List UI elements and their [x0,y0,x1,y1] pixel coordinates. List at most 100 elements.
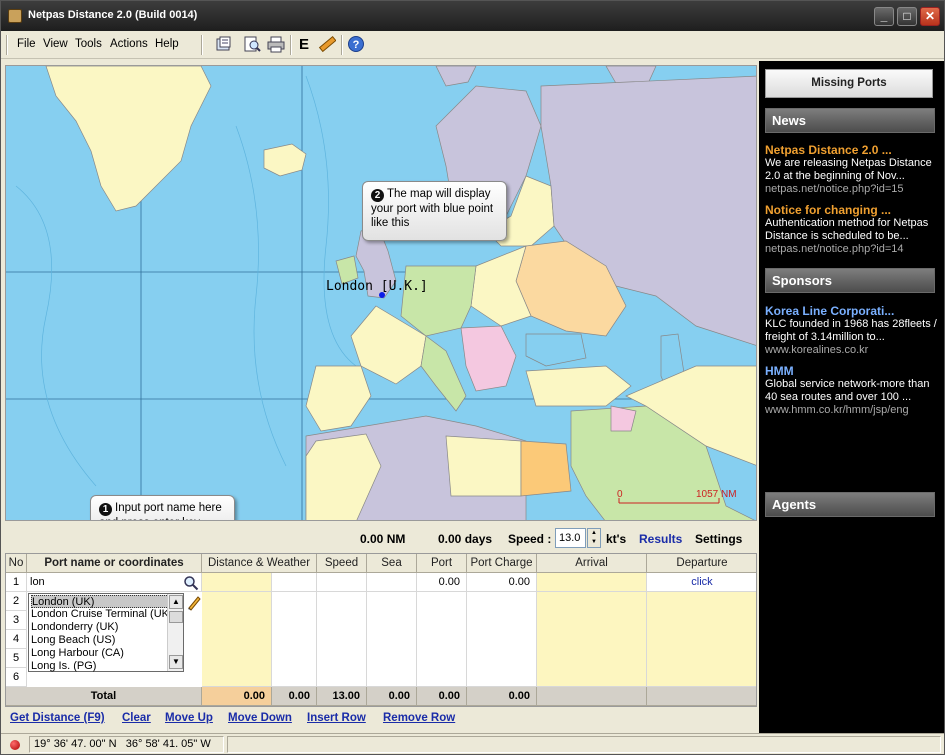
toolbar-separator [201,35,203,55]
route-grid: No Port name or coordinates Distance & W… [5,553,757,707]
sponsor-item-link[interactable]: www.korealines.co.kr [765,344,868,356]
sponsor-item-body: Global service network-more than 40 sea … [765,378,930,403]
total-weather-cell: 0.00 [272,687,317,706]
missing-ports-button[interactable]: Missing Ports [765,69,933,98]
scale-end-label: 1057 NM [696,489,737,500]
speed-cell[interactable] [317,573,367,592]
port-days-column-cells[interactable] [417,592,467,687]
speed-input[interactable]: 13.0 [555,528,586,548]
port-label: London [U.K.] [326,279,428,294]
results-link[interactable]: Results [639,532,682,546]
news-header: News [765,108,935,133]
suggestion-item[interactable]: Long Beach (US) [31,634,115,647]
weather-column-cells[interactable] [272,592,317,687]
news-item-link[interactable]: netpas.net/notice.php?id=14 [765,243,904,255]
port-days-cell[interactable]: 0.00 [417,573,467,592]
right-panel: Missing Ports News Netpas Distance 2.0 .… [759,61,944,733]
port-suggestion-list[interactable]: London (UK) London Cruise Terminal (UK) … [28,593,184,672]
col-header-sea[interactable]: Sea [367,554,417,573]
news-item-body: Authentication method for Netpas Distanc… [765,217,929,242]
arrival-column-cells[interactable] [537,592,647,687]
coordinates-readout: 19° 36' 47. 00" N 36° 58' 41. 05" W [29,736,224,753]
remove-row-link[interactable]: Remove Row [383,712,455,724]
open-icon[interactable] [213,35,235,55]
menu-tools[interactable]: Tools [75,38,102,50]
suggestion-item[interactable]: London (UK) [31,595,169,608]
map-view[interactable]: 0 1057 NM London [U.K.] 2 The map will di… [5,65,757,521]
speed-label: Speed : [508,532,552,546]
toolbar-separator [290,35,292,55]
help-icon[interactable]: ? [345,35,367,55]
settings-link[interactable]: Settings [695,532,742,546]
clear-link[interactable]: Clear [122,712,151,724]
news-item-title[interactable]: Netpas Distance 2.0 ... [765,143,892,157]
sponsor-item-title[interactable]: HMM [765,364,794,378]
news-item-link[interactable]: netpas.net/notice.php?id=15 [765,183,904,195]
app-icon[interactable] [8,9,22,23]
minimize-button[interactable]: _ [874,7,894,26]
sponsor-item-title[interactable]: Korea Line Corporati... [765,304,894,318]
row-number: 6 [6,668,27,687]
print-preview-icon[interactable] [241,35,263,55]
print-icon[interactable] [265,35,287,55]
distance-column-cells[interactable] [202,592,272,687]
map-tooltip-callout: 2 The map will display your port with blu… [362,181,507,241]
row-number: 3 [6,611,27,630]
close-button[interactable]: ✕ [920,7,940,26]
get-distance-link[interactable]: Get Distance (F9) [10,712,105,724]
app-window: Netpas Distance 2.0 (Build 0014) _ □ ✕ F… [0,0,945,755]
port-charge-cell[interactable]: 0.00 [467,573,537,592]
news-item-title[interactable]: Notice for changing ... [765,203,891,217]
row-number: 5 [6,649,27,668]
arrival-cell[interactable] [537,573,647,592]
sea-cell[interactable] [367,573,417,592]
suggestion-item[interactable]: Long Harbour (CA) [31,647,124,660]
menu-view[interactable]: View [43,38,68,50]
departure-column-cells[interactable] [647,592,756,687]
port-name-input[interactable]: lon [27,573,202,592]
callout-text: The map will display your port with blue… [371,188,494,229]
scroll-up-icon[interactable]: ▲ [169,595,183,609]
status-bar: 19° 36' 47. 00" N 36° 58' 41. 05" W [1,733,944,754]
scroll-thumb[interactable] [169,611,183,623]
speed-column-cells[interactable] [317,592,367,687]
search-icon[interactable] [183,575,199,591]
pencil-icon[interactable] [186,595,202,611]
departure-click[interactable]: click [647,573,756,592]
suggestion-scrollbar[interactable]: ▲ ▼ [167,594,183,671]
col-header-port[interactable]: Port name or coordinates [27,554,202,573]
weather-cell[interactable] [272,573,317,592]
move-up-link[interactable]: Move Up [165,712,213,724]
sponsor-item-link[interactable]: www.hmm.co.kr/hmm/jsp/eng [765,404,909,416]
col-header-speed[interactable]: Speed [317,554,367,573]
step-number: 2 [371,189,384,202]
eca-toggle-button[interactable]: E [293,35,315,55]
agents-header: Agents [765,492,935,517]
suggestion-item[interactable]: Long Is. (PG) [31,660,96,673]
total-sea-cell: 0.00 [367,687,417,706]
insert-row-link[interactable]: Insert Row [307,712,366,724]
menu-actions[interactable]: Actions [110,38,148,50]
menu-file[interactable]: File [17,38,36,50]
maximize-button[interactable]: □ [897,7,917,26]
col-header-departure[interactable]: Departure [647,554,756,573]
title-bar[interactable]: Netpas Distance 2.0 (Build 0014) _ □ ✕ [1,1,944,31]
menu-help[interactable]: Help [155,38,179,50]
col-header-port-days[interactable]: Port [417,554,467,573]
move-down-link[interactable]: Move Down [228,712,292,724]
port-marker[interactable] [379,292,385,298]
speed-spinner[interactable]: ▲ ▼ [587,528,601,548]
port-charge-column-cells[interactable] [467,592,537,687]
speed-unit: kt's [606,532,627,546]
col-header-distance[interactable]: Distance & Weather [202,554,317,573]
window-title: Netpas Distance 2.0 (Build 0014) [28,9,198,21]
ruler-icon[interactable] [316,35,338,55]
scroll-down-icon[interactable]: ▼ [169,655,183,669]
col-header-port-charge[interactable]: Port Charge [467,554,537,573]
sea-column-cells[interactable] [367,592,417,687]
total-label: Total [6,687,202,706]
col-header-arrival[interactable]: Arrival [537,554,647,573]
suggestion-item[interactable]: London Cruise Terminal (UK) [31,608,173,621]
suggestion-item[interactable]: Londonderry (UK) [31,621,118,634]
distance-cell[interactable] [202,573,272,592]
